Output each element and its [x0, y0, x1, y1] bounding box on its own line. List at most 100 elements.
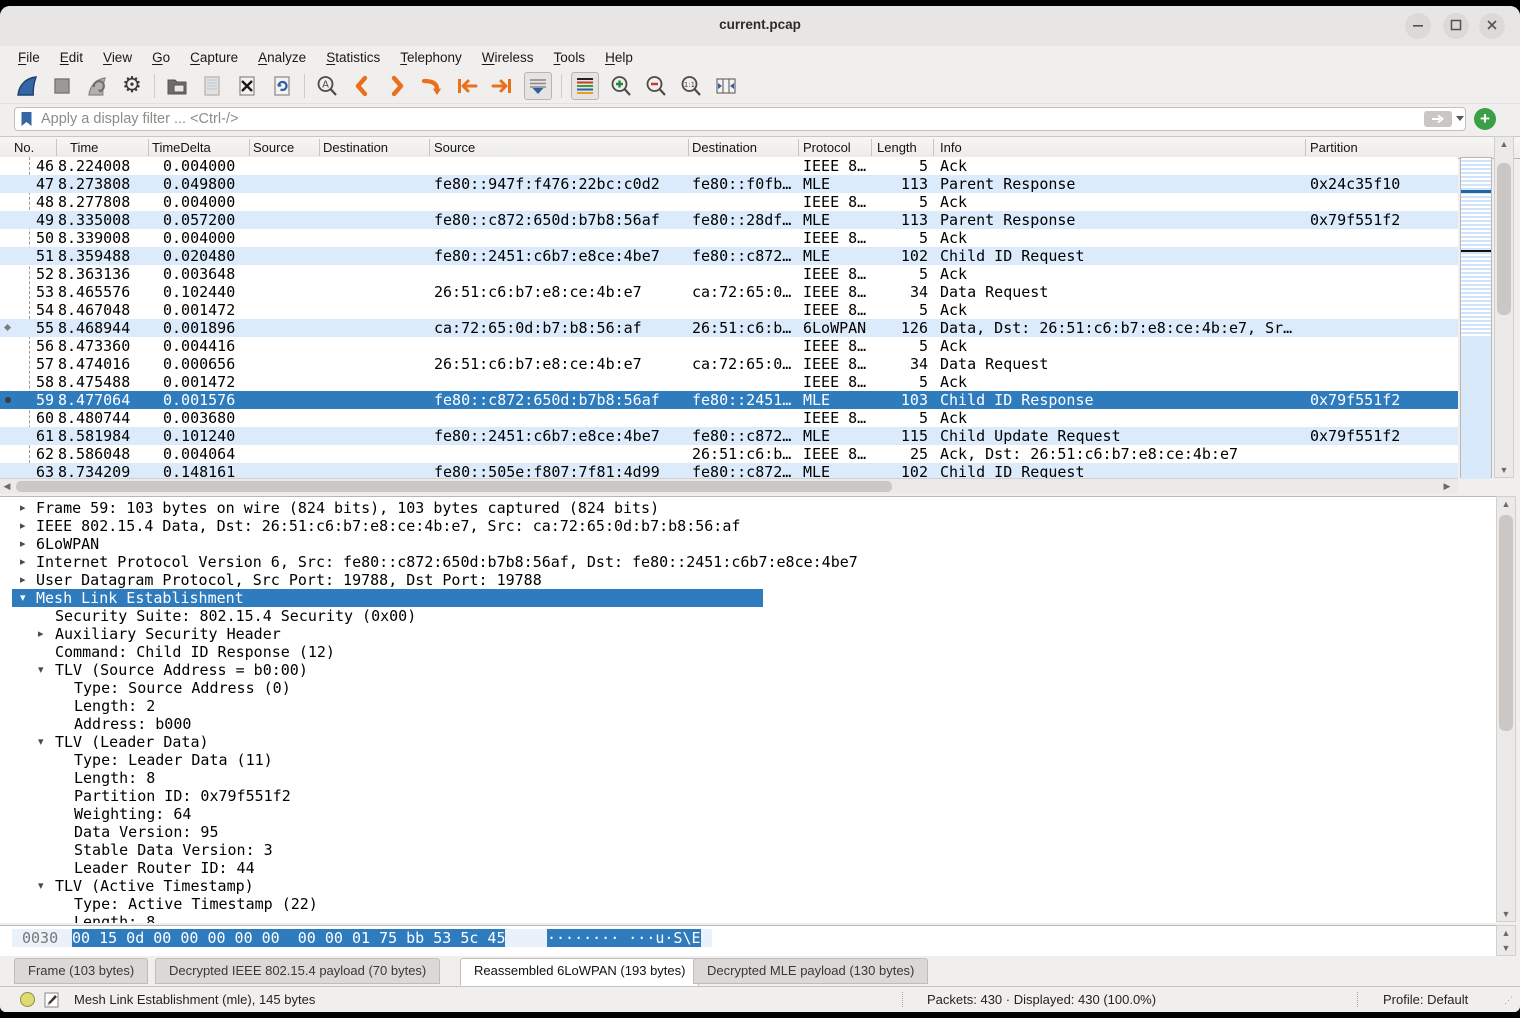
expert-info-icon[interactable]: [20, 992, 35, 1007]
detail-line[interactable]: Stable Data Version: 3: [0, 841, 1496, 859]
zoom-out-icon[interactable]: [643, 73, 669, 99]
packet-row-53[interactable]: 538.4655760.10244026:51:c6:b7:e8:ce:4b:e…: [0, 283, 1458, 301]
filter-dropdown-caret[interactable]: [1456, 116, 1464, 121]
go-to-packet-icon[interactable]: [419, 73, 445, 99]
column-header-timedelta[interactable]: TimeDelta: [152, 140, 211, 155]
go-first-packet-icon[interactable]: [454, 73, 480, 99]
detail-line[interactable]: Length: 8: [0, 769, 1496, 787]
detail-line[interactable]: Type: Active Timestamp (22): [0, 895, 1496, 913]
collapse-arrow-icon[interactable]: ▾: [38, 877, 44, 895]
menu-wireless[interactable]: Wireless: [472, 50, 544, 65]
column-header-source[interactable]: Source: [434, 140, 475, 155]
resize-grip[interactable]: ⋰: [1504, 995, 1516, 1007]
detail-line[interactable]: ▾Mesh Link Establishment: [0, 589, 1496, 607]
open-file-icon[interactable]: [164, 73, 190, 99]
packet-row-59[interactable]: 598.4770640.001576fe80::c872:650d:b7b8:5…: [0, 391, 1458, 409]
detail-line[interactable]: ▾TLV (Active Timestamp): [0, 877, 1496, 895]
save-file-icon[interactable]: [199, 73, 225, 99]
detail-line[interactable]: ▾TLV (Leader Data): [0, 733, 1496, 751]
column-header-info[interactable]: Info: [940, 140, 962, 155]
column-header-time[interactable]: Time: [70, 140, 98, 155]
column-header-no[interactable]: No.: [14, 140, 34, 155]
details-vscrollbar[interactable]: ▲ ▼: [1496, 496, 1516, 922]
column-header-length[interactable]: Length: [877, 140, 917, 155]
detail-line[interactable]: Command: Child ID Response (12): [0, 643, 1496, 661]
reload-file-icon[interactable]: [269, 73, 295, 99]
colorize-icon[interactable]: [571, 72, 599, 100]
maximize-button[interactable]: [1443, 13, 1469, 39]
byte-tab[interactable]: Frame (103 bytes): [14, 958, 148, 984]
expand-arrow-icon[interactable]: ▸: [38, 625, 44, 643]
display-filter-input[interactable]: [14, 107, 1466, 131]
packet-row-46[interactable]: 468.2240080.004000IEEE 8…5Ack: [0, 157, 1458, 175]
detail-line[interactable]: Address: b000: [0, 715, 1496, 733]
menu-view[interactable]: View: [93, 50, 142, 65]
menu-help[interactable]: Help: [595, 50, 643, 65]
detail-line[interactable]: Weighting: 64: [0, 805, 1496, 823]
minimize-button[interactable]: [1405, 13, 1431, 39]
filter-bookmark-icon[interactable]: [20, 111, 33, 127]
stop-capture-icon[interactable]: [49, 73, 75, 99]
go-last-packet-icon[interactable]: [489, 73, 515, 99]
auto-scroll-icon[interactable]: [524, 72, 552, 100]
detail-line[interactable]: Data Version: 95: [0, 823, 1496, 841]
byte-tab[interactable]: Decrypted MLE payload (130 bytes): [693, 958, 928, 984]
detail-line[interactable]: ▸Internet Protocol Version 6, Src: fe80:…: [0, 553, 1496, 571]
bytes-vscrollbar[interactable]: ▲ ▼: [1496, 925, 1516, 956]
packet-row-49[interactable]: 498.3350080.057200fe80::c872:650d:b7b8:5…: [0, 211, 1458, 229]
packet-row-50[interactable]: 508.3390080.004000IEEE 8…5Ack: [0, 229, 1458, 247]
packet-row-62[interactable]: 628.5860480.00406426:51:c6:b…IEEE 8…25Ac…: [0, 445, 1458, 463]
detail-line[interactable]: Length: 8: [0, 913, 1496, 923]
hex-ascii[interactable]: ········ ···u·S\E: [547, 929, 701, 947]
status-field-info[interactable]: Mesh Link Establishment (mle), 145 bytes: [74, 992, 315, 1007]
collapse-arrow-icon[interactable]: ▾: [38, 733, 44, 751]
packet-row-61[interactable]: 618.5819840.101240fe80::2451:c6b7:e8ce:4…: [0, 427, 1458, 445]
column-header-source[interactable]: Source: [253, 140, 294, 155]
packet-row-58[interactable]: 588.4754880.001472IEEE 8…5Ack: [0, 373, 1458, 391]
zoom-reset-icon[interactable]: 1:1: [678, 73, 704, 99]
expand-arrow-icon[interactable]: ▸: [20, 499, 26, 517]
detail-line[interactable]: ▸IEEE 802.15.4 Data, Dst: 26:51:c6:b7:e8…: [0, 517, 1496, 535]
byte-tab[interactable]: Reassembled 6LoWPAN (193 bytes): [460, 958, 699, 986]
capture-options-icon[interactable]: ⚙: [119, 73, 145, 99]
packet-minimap[interactable]: [1460, 157, 1492, 478]
detail-line[interactable]: Type: Source Address (0): [0, 679, 1496, 697]
collapse-arrow-icon[interactable]: ▾: [20, 589, 26, 607]
resize-columns-icon[interactable]: [713, 73, 739, 99]
menu-edit[interactable]: Edit: [50, 50, 93, 65]
packet-row-63[interactable]: 638.7342090.148161fe80::505e:f807:7f81:4…: [0, 463, 1458, 478]
expand-arrow-icon[interactable]: ▸: [20, 535, 26, 553]
column-header-partition[interactable]: Partition: [1310, 140, 1358, 155]
column-header-protocol[interactable]: Protocol: [803, 140, 851, 155]
packet-row-52[interactable]: 528.3631360.003648IEEE 8…5Ack: [0, 265, 1458, 283]
detail-line[interactable]: Security Suite: 802.15.4 Security (0x00): [0, 607, 1496, 625]
packet-row-48[interactable]: 488.2778080.004000IEEE 8…5Ack: [0, 193, 1458, 211]
column-header-destination[interactable]: Destination: [323, 140, 388, 155]
detail-line[interactable]: Length: 2: [0, 697, 1496, 715]
start-capture-icon[interactable]: [14, 73, 40, 99]
close-file-icon[interactable]: [234, 73, 260, 99]
menu-capture[interactable]: Capture: [180, 50, 248, 65]
hex-bytes[interactable]: 00 15 0d 00 00 00 00 00 00 00 01 75 bb 5…: [72, 929, 505, 947]
vscroll-thumb[interactable]: [1497, 163, 1511, 315]
status-profile[interactable]: Profile: Default: [1383, 992, 1468, 1007]
packet-row-55[interactable]: 558.4689440.001896ca:72:65:0d:b7:b8:56:a…: [0, 319, 1458, 337]
menu-analyze[interactable]: Analyze: [248, 50, 316, 65]
byte-tab[interactable]: Decrypted IEEE 802.15.4 payload (70 byte…: [155, 958, 440, 984]
add-filter-button[interactable]: +: [1474, 108, 1496, 130]
packet-row-60[interactable]: 608.4807440.003680IEEE 8…5Ack: [0, 409, 1458, 427]
expand-arrow-icon[interactable]: ▸: [20, 571, 26, 589]
detail-line[interactable]: ▸User Datagram Protocol, Src Port: 19788…: [0, 571, 1496, 589]
packet-row-47[interactable]: 478.2738080.049800fe80::947f:f476:22bc:c…: [0, 175, 1458, 193]
details-vscroll-thumb[interactable]: [1499, 515, 1513, 731]
packet-list-vscrollbar[interactable]: ▲ ▼: [1494, 136, 1514, 478]
menu-tools[interactable]: Tools: [544, 50, 596, 65]
hex-row[interactable]: 0030 00 15 0d 00 00 00 00 00 00 00 01 75…: [0, 929, 1496, 947]
packet-row-51[interactable]: 518.3594880.020480fe80::2451:c6b7:e8ce:4…: [0, 247, 1458, 265]
detail-line[interactable]: Partition ID: 0x79f551f2: [0, 787, 1496, 805]
close-button[interactable]: [1479, 13, 1505, 39]
packet-list-hscrollbar[interactable]: ◀ ▶: [0, 478, 1458, 494]
menu-file[interactable]: File: [8, 50, 50, 65]
packet-row-57[interactable]: 578.4740160.00065626:51:c6:b7:e8:ce:4b:e…: [0, 355, 1458, 373]
detail-line[interactable]: ▸6LoWPAN: [0, 535, 1496, 553]
